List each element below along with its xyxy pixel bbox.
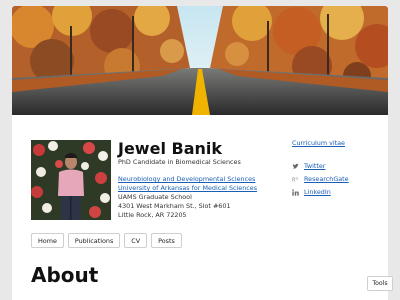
- profile-card: Jewel Banik PhD Candidate in Biomedical …: [12, 6, 388, 300]
- social-label: LinkedIn: [304, 188, 331, 196]
- nav-home-button[interactable]: Home: [31, 233, 64, 248]
- profile-photo: [31, 140, 111, 220]
- nav-bar: Home Publications CV Posts: [31, 233, 182, 248]
- researchgate-icon: RG: [292, 176, 299, 183]
- department-link[interactable]: Neurobiology and Developmental Sciences: [118, 175, 255, 183]
- about-heading: About: [31, 263, 99, 287]
- tools-button[interactable]: Tools: [367, 276, 393, 291]
- address-line: 4301 West Markham St., Slot #601: [118, 202, 231, 210]
- address-line: Little Rock, AR 72205: [118, 211, 187, 219]
- social-link-linkedin[interactable]: LinkedIn: [292, 188, 331, 196]
- profile-subtitle: PhD Candidate in Biomedical Sciences: [118, 158, 241, 166]
- social-label: ResearchGate: [304, 175, 349, 183]
- social-link-twitter[interactable]: Twitter: [292, 162, 325, 170]
- social-label: Twitter: [304, 162, 326, 170]
- nav-publications-button[interactable]: Publications: [67, 233, 121, 248]
- university-link[interactable]: University of Arkansas for Medical Scien…: [118, 184, 257, 192]
- twitter-icon: [292, 163, 299, 170]
- social-link-researchgate[interactable]: RG ResearchGate: [292, 175, 349, 183]
- profile-section: Jewel Banik PhD Candidate in Biomedical …: [12, 115, 388, 300]
- nav-posts-button[interactable]: Posts: [151, 233, 182, 248]
- nav-cv-button[interactable]: CV: [124, 233, 148, 248]
- cv-link[interactable]: Curriculum vitae: [292, 139, 345, 147]
- svg-text:G: G: [296, 176, 299, 180]
- linkedin-icon: [292, 188, 299, 196]
- address-line: UAMS Graduate School: [118, 193, 192, 201]
- profile-name: Jewel Banik: [118, 139, 222, 158]
- banner-image: [12, 6, 388, 115]
